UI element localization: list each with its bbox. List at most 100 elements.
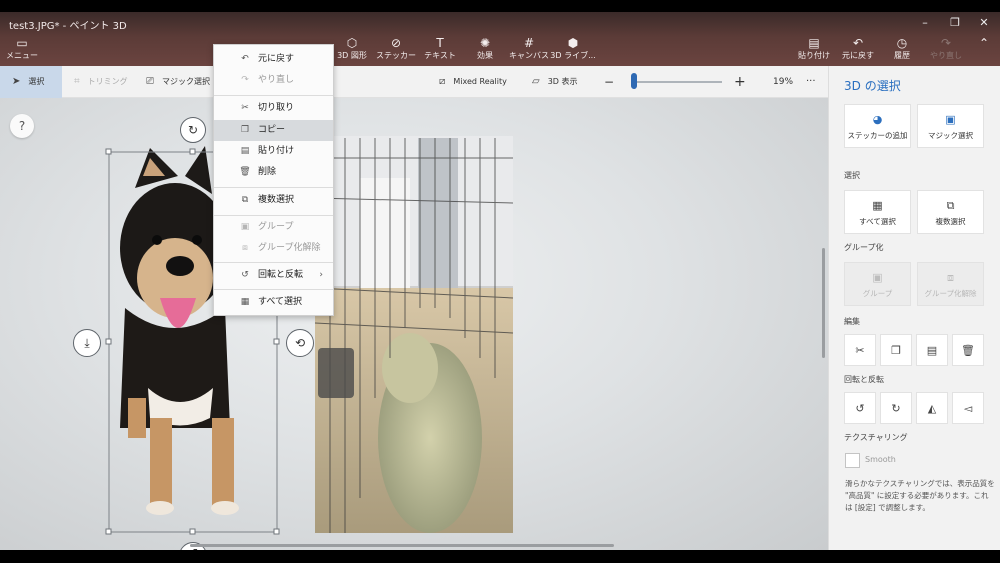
group-icon: ▣ (240, 222, 250, 232)
menu-divider (214, 187, 333, 188)
flip-horizontal-button[interactable]: ◭ (916, 392, 948, 424)
mixed-reality-button[interactable]: ⧄ Mixed Reality (439, 66, 507, 98)
minimize-button[interactable]: – (911, 15, 939, 31)
rotate-left-button[interactable]: ↺ (844, 392, 876, 424)
redo-icon: ↷ (241, 75, 249, 85)
ungroup-button[interactable]: ⧈ グループ化解除 (917, 262, 984, 306)
vertical-scrollbar[interactable] (822, 248, 825, 358)
menu-divider (214, 262, 333, 263)
magic-select-tool[interactable]: ⎚ マジック選択 (146, 66, 210, 98)
chevron-up-icon: ⌃ (978, 36, 990, 50)
copy-button[interactable]: ❐ (880, 334, 912, 366)
tool-bar: ➤ 選択 ⌗ トリミング ⎚ マジック選択 ⧄ Mixed Reality ▱ 3D 表示… (0, 66, 828, 98)
mixed-reality-icon: ⧄ (439, 76, 446, 87)
flip-horizontal-icon: ◭ (927, 402, 937, 415)
cut-icon: ✂ (855, 344, 865, 357)
section-title-rotate: 回転と反転 (844, 375, 884, 384)
maximize-button[interactable]: ❐ (941, 15, 969, 31)
rotate-handle-top[interactable]: ↻ (180, 117, 206, 143)
push-back-handle[interactable]: ⤓ (73, 329, 101, 357)
paste-button[interactable]: ▤ (916, 334, 948, 366)
menu-divider (214, 95, 333, 96)
section-title-edit: 編集 (844, 317, 860, 326)
multi-select-button[interactable]: ⧉ 複数選択 (917, 190, 984, 234)
menu-item-delete[interactable]: 🗑 削除 (214, 162, 333, 183)
zoom-in-button[interactable]: + (734, 66, 746, 98)
chevron-right-icon: › (319, 270, 323, 280)
group-button[interactable]: ▣ グループ (844, 262, 911, 306)
flip-vertical-button[interactable]: ◅ (952, 392, 984, 424)
delete-icon: 🗑 (961, 344, 975, 357)
delete-button[interactable]: 🗑 (952, 334, 984, 366)
zoom-out-button[interactable]: − (604, 66, 614, 98)
library-icon: ⬢ (567, 36, 579, 50)
menu-item-redo[interactable]: ↷ やり直し (214, 70, 333, 91)
canvas-artwork (105, 136, 514, 535)
section-title-texturing: テクスチャリング (844, 433, 908, 442)
more-button[interactable]: ··· (806, 66, 816, 98)
menu-item-cut[interactable]: ✂ 切り取り (214, 98, 333, 119)
menu-item-select-all[interactable]: ▦ すべて選択 (214, 292, 333, 313)
copy-icon: ❐ (240, 125, 250, 135)
delete-icon: 🗑 (239, 167, 251, 177)
add-sticker-button[interactable]: ◕ ステッカーの追加 (844, 104, 911, 148)
cage-photo[interactable] (314, 136, 514, 533)
group-icon: ▣ (872, 271, 883, 284)
zoom-slider-thumb[interactable] (631, 73, 637, 89)
magic-select-icon: ⎚ (146, 76, 154, 87)
context-menu: ↶ 元に戻す ↷ やり直し ✂ 切り取り ❐ コピー ▤ 貼り付け 🗑 削除 ⧉ 複数選択 ▣… (213, 44, 334, 316)
section-title-group: グループ化 (844, 243, 884, 252)
cut-icon: ✂ (241, 103, 249, 113)
panel-title: 3D の選択 (844, 79, 901, 93)
select-tool[interactable]: ➤ 選択 (0, 66, 62, 98)
collapse-ribbon-button[interactable]: ⌃ (956, 36, 1000, 64)
paste-icon: ▤ (926, 344, 938, 357)
section-title-select: 選択 (844, 171, 860, 180)
multi-select-icon: ⧉ (241, 195, 249, 205)
menu-item-paste[interactable]: ▤ 貼り付け (214, 141, 333, 162)
select-all-icon: ▦ (240, 297, 250, 307)
view-3d-icon: ▱ (532, 76, 540, 87)
multi-select-icon: ⧉ (946, 199, 955, 212)
side-panel: 3D の選択 ◕ ステッカーの追加 ▣ マジック選択 選択 ▦ すべて選択 ⧉ … (828, 66, 1000, 550)
menu-divider (214, 289, 333, 290)
menu-item-copy[interactable]: ❐ コピー (214, 120, 333, 141)
crop-tool[interactable]: ⌗ トリミング (74, 66, 128, 98)
menu-item-group[interactable]: ▣ グループ (214, 217, 333, 238)
folder-icon: ▭ (16, 36, 28, 50)
view-3d-toggle[interactable]: ▱ 3D 表示 (532, 66, 578, 98)
flip-vertical-icon: ◅ (963, 402, 973, 415)
rotate-right-icon: ↻ (891, 402, 901, 415)
menu-item-rotate-flip[interactable]: ↺ 回転と反転 › (214, 265, 333, 286)
cursor-icon: ➤ (12, 76, 21, 87)
rotate-icon: ↺ (241, 270, 249, 280)
title-bar: test3.JPG* - ペイント 3D – ❐ ✕ ▭ メニュー ⬡ 3D 図… (0, 12, 1000, 66)
texturing-note: 滑らかなテクスチャリングでは、表示品質を "高品質" に設定する必要があります。… (845, 479, 995, 512)
smooth-checkbox[interactable] (845, 453, 860, 468)
undo-icon: ↶ (241, 54, 249, 64)
rotate-handle-right[interactable]: ⟲ (286, 329, 314, 357)
cut-button[interactable]: ✂ (844, 334, 876, 366)
menu-item-undo[interactable]: ↶ 元に戻す (214, 49, 333, 70)
ribbon-3d-library[interactable]: ⬢ 3D ライブ... (545, 36, 601, 64)
zoom-value: 19% (773, 77, 794, 87)
close-button[interactable]: ✕ (970, 15, 998, 31)
horizontal-scrollbar[interactable] (190, 544, 614, 547)
select-all-icon: ▦ (872, 199, 883, 212)
paint3d-window: test3.JPG* - ペイント 3D – ❐ ✕ ▭ メニュー ⬡ 3D 図… (0, 12, 1000, 550)
menu-item-multi-select[interactable]: ⧉ 複数選択 (214, 190, 333, 211)
canvas-area[interactable]: ? ↻ ⤓ ⟲ (0, 98, 828, 550)
paste-icon: ▤ (240, 146, 250, 156)
magic-select-icon: ▣ (945, 113, 956, 126)
window-title: test3.JPG* - ペイント 3D (9, 21, 127, 32)
zoom-slider-track[interactable] (634, 81, 722, 83)
menu-item-ungroup[interactable]: ⧈ グループ化解除 (214, 238, 333, 259)
menu-button[interactable]: ▭ メニュー (0, 36, 50, 64)
crop-icon: ⌗ (74, 76, 80, 87)
copy-icon: ❐ (891, 344, 901, 357)
sticker-icon: ◕ (872, 113, 883, 126)
menu-divider (214, 215, 333, 216)
magic-select-button[interactable]: ▣ マジック選択 (917, 104, 984, 148)
rotate-right-button[interactable]: ↻ (880, 392, 912, 424)
select-all-button[interactable]: ▦ すべて選択 (844, 190, 911, 234)
